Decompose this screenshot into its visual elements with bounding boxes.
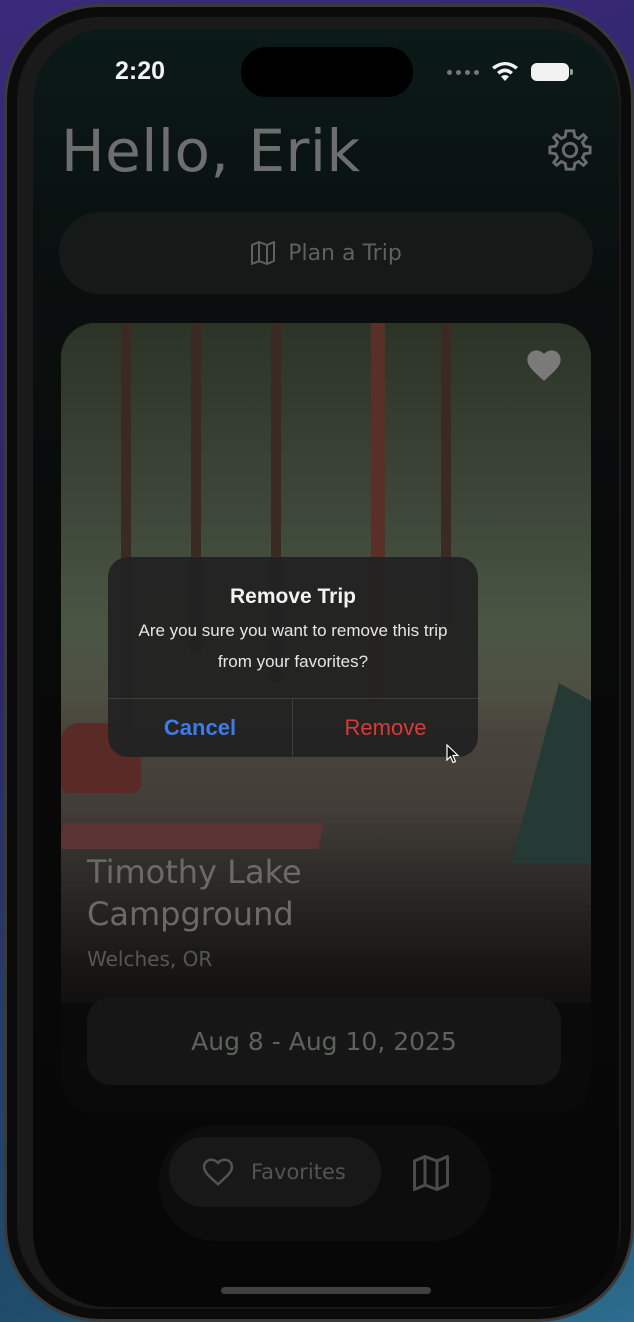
signal-dots-icon <box>447 69 479 75</box>
trip-location: Welches, OR <box>87 947 213 971</box>
greeting-title: Hello, Erik <box>61 117 361 185</box>
map-icon[interactable] <box>411 1155 451 1191</box>
dynamic-island <box>241 47 413 97</box>
wifi-icon <box>492 62 518 81</box>
picnic-table <box>61 823 324 849</box>
tab-favorites-label: Favorites <box>251 1160 346 1184</box>
map-icon <box>251 241 276 265</box>
trip-dates: Aug 8 - Aug 10, 2025 <box>87 997 561 1085</box>
tent <box>511 683 591 863</box>
alert-title: Remove Trip <box>229 585 357 608</box>
status-icons <box>447 61 573 83</box>
status-time: 2:20 <box>115 57 166 85</box>
tab-favorites[interactable]: Favorites <box>169 1137 381 1207</box>
cancel-button[interactable]: Cancel <box>108 698 292 757</box>
alert-message: Are you sure you want to remove this tri… <box>138 621 448 671</box>
gear-icon[interactable] <box>547 127 593 173</box>
battery-icon <box>531 63 573 81</box>
plan-trip-label: Plan a Trip <box>288 240 402 266</box>
trip-title: Timothy Lake Campground <box>87 853 302 933</box>
mouse-cursor-icon <box>446 744 460 764</box>
plan-trip-button[interactable]: Plan a Trip <box>59 212 593 294</box>
heart-icon[interactable] <box>525 347 563 383</box>
tab-bar: Favorites <box>159 1125 491 1241</box>
home-indicator[interactable] <box>221 1287 431 1294</box>
remove-trip-alert: Remove Trip Are you sure you want to rem… <box>108 557 478 757</box>
heart-icon <box>202 1158 234 1186</box>
